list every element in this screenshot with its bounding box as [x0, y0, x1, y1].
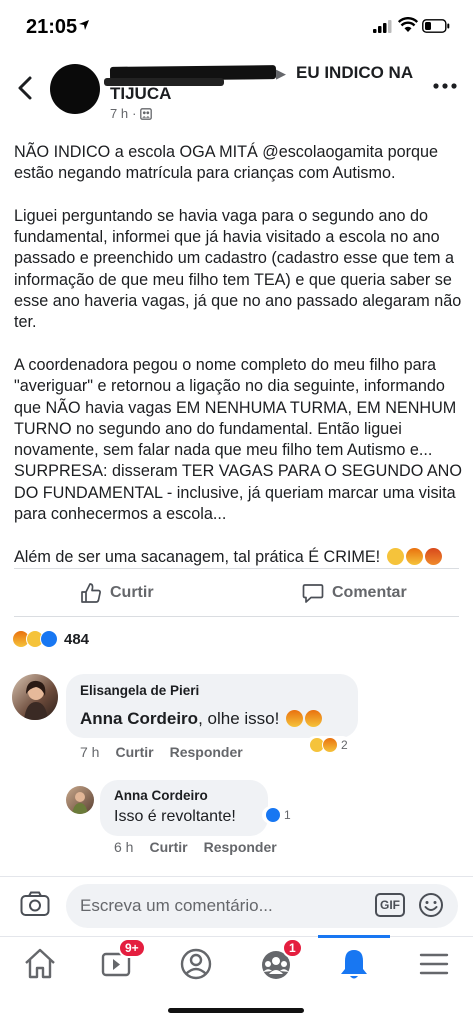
- group-name[interactable]: EU INDICO NA: [296, 63, 413, 83]
- post-paragraph-last: Além de ser uma sacanagem, tal prática É…: [14, 547, 464, 568]
- comment-actions: 7 h Curtir Responder: [80, 744, 243, 760]
- comment-bubble-icon: [302, 584, 324, 603]
- profile-icon[interactable]: [176, 944, 216, 984]
- reply-reply-button[interactable]: Responder: [204, 839, 277, 855]
- steam-face-emoji-icon: [386, 547, 404, 565]
- shared-to-arrow-icon: ▶: [276, 66, 286, 81]
- gif-button[interactable]: GIF: [375, 893, 405, 917]
- angry-face-emoji-icon: [405, 547, 423, 565]
- back-button[interactable]: [14, 74, 38, 102]
- reply-like-button[interactable]: Curtir: [149, 839, 187, 855]
- comment-button[interactable]: Comentar: [302, 582, 407, 604]
- post-paragraph-text: Além de ser uma sacanagem, tal prática É…: [14, 547, 381, 566]
- reply-time: 6 h: [114, 839, 134, 855]
- active-tab-indicator: [318, 935, 390, 938]
- home-indicator[interactable]: [168, 1008, 304, 1013]
- thumbs-up-icon: [81, 583, 101, 603]
- reaction-count: 484: [64, 630, 90, 648]
- reply-reactions[interactable]: 1: [262, 806, 294, 824]
- post-paragraph: Liguei perguntando se havia vaga para o …: [14, 206, 462, 332]
- comment-like-button[interactable]: Curtir: [115, 744, 153, 760]
- reply-actions: 6 h Curtir Responder: [114, 839, 277, 855]
- more-options-icon[interactable]: [432, 80, 458, 92]
- angry-face-emoji-icon: [286, 710, 304, 727]
- group-name-continued[interactable]: TIJUCA: [110, 84, 171, 104]
- reply-author[interactable]: Anna Cordeiro: [114, 788, 208, 803]
- comment-time: 7 h: [80, 744, 100, 760]
- reply-reaction-count: 1: [284, 808, 291, 822]
- comment-mention[interactable]: Anna Cordeiro: [80, 709, 198, 728]
- profile-photo-icon: [24, 680, 48, 720]
- home-icon[interactable]: [20, 944, 60, 984]
- commenter-avatar[interactable]: [12, 674, 58, 720]
- comment-reply-button[interactable]: Responder: [170, 744, 243, 760]
- battery-icon: [422, 19, 450, 33]
- emoji-picker-icon[interactable]: [418, 892, 444, 918]
- profile-photo-icon: [72, 792, 88, 814]
- post-meta: 7 h ·: [110, 106, 153, 121]
- groups-badge: 1: [282, 938, 303, 958]
- cellular-signal-icon: [373, 20, 392, 33]
- reply-text: Isso é revoltante!: [114, 808, 236, 825]
- like-button[interactable]: Curtir: [80, 582, 154, 604]
- post-paragraph: NÃO INDICO a escola OGA MITÁ @escolaogam…: [14, 143, 438, 183]
- notifications-bell-icon[interactable]: [334, 944, 374, 984]
- comment-reaction-count: 2: [341, 738, 348, 752]
- comment-text: Anna Cordeiro, olhe isso!: [80, 709, 323, 729]
- cursing-face-emoji-icon: [424, 547, 442, 565]
- wifi-icon: [398, 17, 418, 32]
- like-reaction-icon: [40, 630, 58, 648]
- comment-author[interactable]: Elisangela de Pieri: [80, 683, 199, 698]
- status-time: 21:05: [26, 16, 78, 38]
- location-arrow-icon: [79, 20, 89, 30]
- divider: [14, 616, 459, 617]
- post-text: NÃO INDICO a escola OGA MITÁ @escolaogam…: [14, 142, 464, 589]
- group-audience-icon: [140, 107, 153, 120]
- comment-reactions[interactable]: 2: [306, 736, 351, 754]
- author-avatar-redacted[interactable]: [50, 64, 100, 114]
- post-paragraph: A coordenadora pegou o nome completo do …: [14, 355, 462, 524]
- reply-avatar[interactable]: [66, 786, 94, 814]
- divider: [14, 568, 459, 569]
- status-bar: 21:05: [0, 0, 473, 52]
- angry-face-emoji-icon: [305, 710, 323, 727]
- comment-placeholder[interactable]: Escreva um comentário...: [80, 896, 273, 916]
- reactions-summary[interactable]: 484: [12, 630, 89, 648]
- camera-icon[interactable]: [20, 891, 50, 917]
- menu-hamburger-icon[interactable]: [414, 944, 454, 984]
- post-time[interactable]: 7 h: [110, 106, 128, 121]
- watch-badge: 9+: [118, 938, 146, 958]
- angry-reaction-icon: [322, 737, 338, 753]
- like-reaction-icon: [265, 807, 281, 823]
